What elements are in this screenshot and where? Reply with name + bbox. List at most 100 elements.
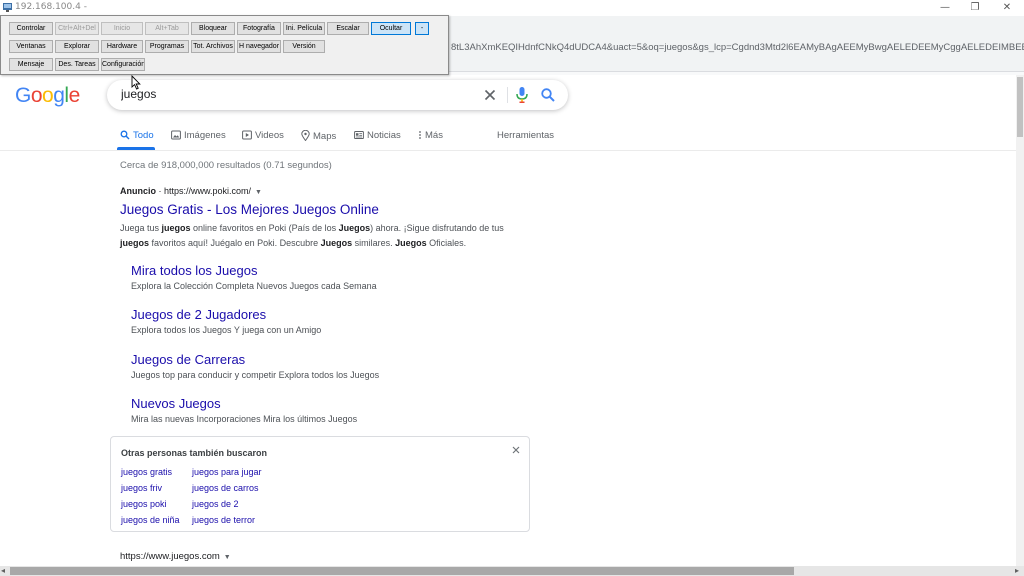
ad-snippet: Juega tus juegos online favoritos en Pok…: [120, 221, 520, 251]
related-search-link[interactable]: juegos friv: [121, 483, 162, 493]
news-icon: [354, 131, 364, 139]
tab-label: Imágenes: [184, 130, 226, 141]
sitelink-title[interactable]: Mira todos los Juegos: [131, 263, 257, 278]
controlar-button[interactable]: Controlar: [9, 22, 53, 35]
sitelink-title[interactable]: Juegos de Carreras: [131, 352, 245, 367]
snippet-text: similares.: [352, 238, 396, 248]
hardware-button[interactable]: Hardware: [101, 40, 143, 53]
inicio-button[interactable]: Inicio: [101, 22, 143, 35]
ad-title-link[interactable]: Juegos Gratis - Los Mejores Juegos Onlin…: [120, 202, 379, 217]
related-search-link[interactable]: juegos de terror: [192, 515, 255, 525]
sitelink-title[interactable]: Juegos de 2 Jugadores: [131, 307, 266, 322]
result-stats: Cerca de 918,000,000 resultados (0.71 se…: [120, 160, 332, 171]
close-button[interactable]: ✕: [992, 0, 1022, 16]
snippet-bold: Juegos: [320, 238, 353, 248]
ad-label: Anuncio: [120, 186, 156, 196]
related-search-link[interactable]: juegos gratis: [121, 467, 172, 477]
collapse-button[interactable]: -: [415, 22, 429, 35]
ctrl-alt-del-button[interactable]: Ctrl+Alt+Del: [55, 22, 99, 35]
maximize-button[interactable]: ❐: [960, 0, 990, 16]
related-search-link[interactable]: juegos de carros: [192, 483, 259, 493]
logo-letter: o: [42, 84, 54, 107]
ini-pelicula-button[interactable]: Ini. Película: [283, 22, 325, 35]
tab-imagenes[interactable]: Imágenes: [171, 130, 226, 141]
logo-letter: g: [53, 84, 65, 107]
more-vert-icon: [419, 131, 421, 139]
close-icon[interactable]: [511, 445, 521, 455]
programas-button[interactable]: Programas: [145, 40, 189, 53]
escalar-button[interactable]: Escalar: [327, 22, 369, 35]
ocultar-button[interactable]: Ocultar: [371, 22, 411, 35]
h-navegador-button[interactable]: H navegador: [237, 40, 281, 53]
mensaje-button[interactable]: Mensaje: [9, 58, 53, 71]
search-input[interactable]: [121, 87, 471, 101]
logo-letter: e: [68, 84, 81, 107]
ad-separator: ·: [156, 186, 164, 196]
search-icon[interactable]: [540, 87, 556, 103]
related-search-link[interactable]: juegos de niña: [121, 515, 180, 525]
tab-noticias[interactable]: Noticias: [354, 130, 401, 141]
vertical-scrollbar[interactable]: [1016, 75, 1024, 566]
explorar-button[interactable]: Explorar: [55, 40, 99, 53]
result-url[interactable]: https://www.juegos.com: [120, 551, 220, 562]
version-button[interactable]: Versión: [283, 40, 325, 53]
scroll-left-arrow-icon[interactable]: ◂: [1, 566, 5, 575]
minimize-button[interactable]: —: [930, 0, 960, 16]
snippet-bold: juegos: [120, 238, 150, 248]
des-tareas-button[interactable]: Des. Tareas: [55, 58, 99, 71]
window-titlebar: 192.168.100.4 - — ❐ ✕: [0, 0, 1024, 16]
sitelink-description: Explora todos los Juegos Y juega con un …: [131, 325, 322, 335]
sitelink-description: Mira las nuevas Incorporaciones Mira los…: [131, 414, 358, 424]
snippet-text: favoritos aquí! Juégalo en Poki. Descubr…: [149, 238, 321, 248]
snippet-bold: juegos: [161, 223, 191, 233]
clear-icon[interactable]: [482, 87, 498, 103]
tab-videos[interactable]: Videos: [242, 130, 284, 141]
alt-tab-button[interactable]: Alt+Tab: [145, 22, 189, 35]
sitelink-description: Juegos top para conducir y competir Expl…: [131, 370, 380, 380]
search-icon: [120, 130, 130, 140]
tab-label: Herramientas: [497, 130, 555, 141]
tab-label: Todo: [133, 130, 154, 141]
google-logo[interactable]: Google: [15, 84, 80, 108]
related-search-link[interactable]: juegos de 2: [192, 499, 239, 509]
image-icon: [171, 130, 181, 140]
tab-label: Noticias: [367, 130, 401, 141]
ad-url[interactable]: https://www.poki.com/: [164, 186, 251, 196]
tab-label: Más: [425, 130, 443, 141]
snippet-bold: Juegos: [395, 238, 427, 248]
snippet-text: Juega tus: [120, 223, 162, 233]
horizontal-scrollbar-thumb[interactable]: [10, 567, 794, 575]
snippet-text: online favoritos en Poki (País de los: [190, 223, 339, 233]
tab-herramientas[interactable]: Herramientas: [497, 130, 554, 141]
related-search-link[interactable]: juegos poki: [121, 499, 167, 509]
tabs-divider: [0, 150, 1024, 151]
map-pin-icon: [301, 129, 310, 142]
scroll-right-arrow-icon[interactable]: ▸: [1015, 566, 1019, 575]
related-search-link[interactable]: juegos para jugar: [192, 467, 262, 477]
fotografia-button[interactable]: Fotografía: [237, 22, 281, 35]
sitelink-title[interactable]: Nuevos Juegos: [131, 396, 221, 411]
play-icon: [242, 130, 252, 140]
configuracion-button[interactable]: Configuración: [101, 58, 145, 71]
vertical-scrollbar-thumb[interactable]: [1017, 77, 1023, 137]
snippet-bold: Juegos: [338, 223, 371, 233]
ad-menu-caret-icon[interactable]: ▼: [255, 189, 262, 196]
snippet-text: ) ahora. ¡Sigue disfrutando de tus: [370, 223, 504, 233]
search-box: [107, 80, 568, 110]
result-menu-caret-icon[interactable]: ▼: [224, 554, 231, 561]
tab-label: Videos: [255, 130, 284, 141]
also-searched-panel: Otras personas también buscaron juegos g…: [110, 436, 530, 532]
tab-todo[interactable]: Todo: [120, 130, 154, 141]
sitelink-description: Explora la Colección Completa Nuevos Jue…: [131, 281, 377, 291]
bloquear-button[interactable]: Bloquear: [191, 22, 235, 35]
mouse-cursor-icon: [131, 75, 141, 90]
ventanas-button[interactable]: Ventanas: [9, 40, 53, 53]
microphone-icon[interactable]: [515, 86, 529, 104]
address-bar-url[interactable]: 8tL3AhXmKEQIHdnfCNkQ4dUDCA4&uact=5&oq=ju…: [451, 42, 1024, 53]
tot-archivos-button[interactable]: Tot. Archivos: [191, 40, 235, 53]
tab-label: Maps: [313, 131, 337, 142]
tab-maps[interactable]: Maps: [301, 129, 337, 142]
ad-url-line: Anuncio · https://www.poki.com/ ▼: [120, 186, 262, 196]
remote-control-panel: Controlar Ctrl+Alt+Del Inicio Alt+Tab Bl…: [0, 15, 449, 75]
tab-mas[interactable]: Más: [418, 130, 443, 141]
